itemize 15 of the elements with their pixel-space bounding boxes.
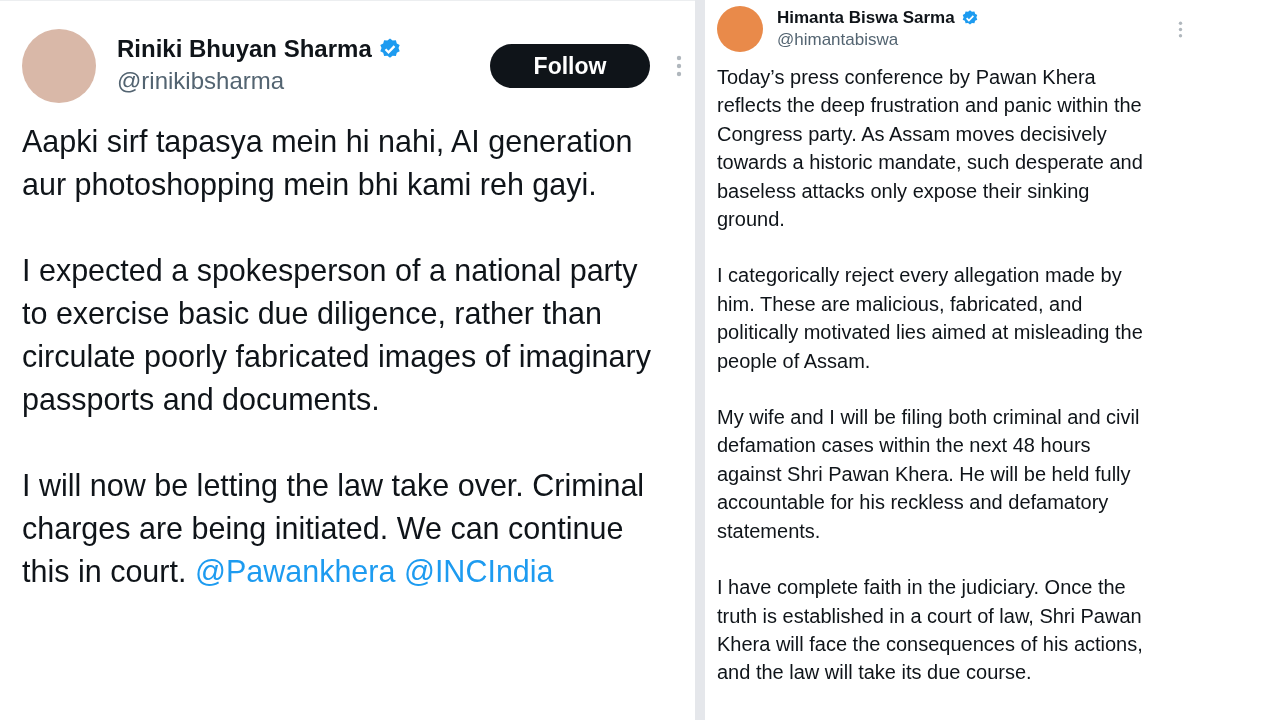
more-options-icon[interactable] bbox=[1178, 20, 1183, 38]
author-name[interactable]: Himanta Biswa Sarma bbox=[777, 7, 955, 29]
author-handle[interactable]: @himantabiswa bbox=[777, 29, 1137, 51]
more-options-icon[interactable] bbox=[676, 55, 682, 77]
tweet-paragraph: I categorically reject every allegation made by him. These are malicious, fabricated, and politically motivated lies aimed at misleading the people of Assam. bbox=[717, 263, 1144, 374]
follow-button[interactable]: Follow bbox=[490, 44, 650, 88]
tweet-paragraph: I will now be letting the law take over. Criminal charges are being initiated. We can continue this in court. @Pawankhera @INCIndia bbox=[22, 467, 646, 590]
tweet-paragraph: Today’s press conference by Pawan Khera reflects the deep frustration and panic within the Congress party. As Assam moves decisively towards a historic mandate, such desperate and baseless attacks only expose their sinking ground. bbox=[717, 65, 1144, 233]
tweet-paragraph: Aapki sirf tapasya mein hi nahi, AI generation aur photoshopping mein bhi kami reh gayi. bbox=[22, 123, 634, 204]
author-name[interactable]: Riniki Bhuyan Sharma bbox=[117, 34, 372, 64]
tweet-paragraph: I have complete faith in the judiciary. Once the truth is established in a court of law, Shri Pawan Khera will face the consequences of his actions, and the law will take its due course. bbox=[717, 575, 1144, 686]
tweet-paragraph: My wife and I will be filing both criminal and civil defamation cases within the next 48 hours against Shri Pawan Khera. He will be held fully accountable for his reckless and defamatory statements. bbox=[717, 405, 1141, 544]
tweet-paragraph: I expected a spokesperson of a national party to exercise basic due diligence, rather than circulate poorly fabricated images of imaginary passports and documents. bbox=[22, 252, 652, 419]
avatar-placeholder bbox=[717, 6, 763, 52]
author-handle[interactable]: @rinikibsharma bbox=[117, 64, 447, 98]
